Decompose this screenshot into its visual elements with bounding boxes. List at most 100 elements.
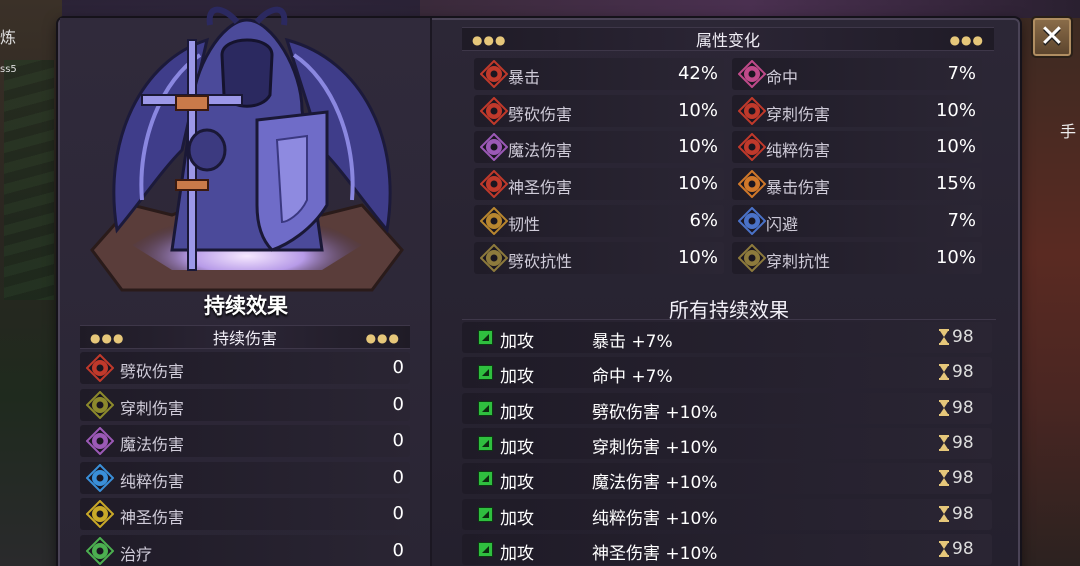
stat-label: 神圣伤害 [508,178,573,198]
dot-value: 0 [392,466,404,488]
stat-label: 韧性 [508,214,541,234]
stat-label: 穿刺伤害 [766,104,831,124]
accuracy-icon [738,60,766,88]
effect-description: 穿刺伤害 +10% [592,437,718,458]
effect-type: 加攻 [500,543,534,564]
buff-up-icon [478,471,493,487]
effect-row[interactable]: 加攻 魔法伤害 +10% 98 [462,463,992,495]
pierce-resist-icon [738,243,766,272]
hourglass-icon [939,329,949,345]
effect-duration: 98 [952,503,974,524]
background-sublabel-left: ss5 [0,64,17,75]
game-background-right [1020,0,1080,566]
dot-row: 穿刺伤害 0 [80,388,410,421]
dot-label: 神圣伤害 [120,508,185,527]
stat-value: 10% [935,99,976,121]
dot-label: 魔法伤害 [120,435,185,454]
attr-section-header: ●●● 属性变化 ●●● [462,27,994,51]
crit-damage-icon [738,170,766,199]
effect-duration: 98 [952,432,974,453]
stat-cell: 纯粹伤害 10% [732,131,982,164]
stat-cell: 闪避 7% [732,204,982,237]
ornament-dots-icon: ●●● [949,33,984,47]
effect-duration: 98 [952,362,974,383]
stat-cell: 穿刺抗性 10% [732,241,982,274]
effect-duration: 98 [952,397,974,418]
ornament-dots-icon: ●●● [365,331,400,345]
effect-row[interactable]: 加攻 命中 +7% 98 [462,357,992,389]
buff-up-icon [478,330,493,345]
background-label-left: 炼 [0,28,17,47]
stat-value: 10% [935,136,976,158]
effect-description: 魔法伤害 +10% [592,473,718,494]
stat-cell: 暴击 42% [474,58,724,90]
dodge-icon [738,206,766,235]
effect-duration: 98 [952,538,974,559]
effect-row[interactable]: 加攻 暴击 +7% 98 [462,322,992,353]
buff-up-icon [478,541,493,557]
stat-cell: 劈砍伤害 10% [474,94,724,127]
slash-resist-icon [480,243,508,272]
pure-damage-icon [86,463,114,492]
hourglass-icon [939,434,949,451]
dot-value: 0 [392,539,404,561]
dot-section-title: 持续伤害 [212,329,277,348]
pierce-damage-icon [86,390,114,419]
effect-description: 神圣伤害 +10% [592,543,718,564]
background-label-right: 手 [1059,122,1076,141]
dot-value: 0 [392,430,404,451]
dot-value: 0 [392,357,404,378]
dot-label: 纯粹伤害 [120,471,185,491]
stat-value: 6% [689,209,718,231]
dot-label: 穿刺伤害 [120,398,185,418]
effect-description: 纯粹伤害 +10% [592,508,718,529]
attr-section-title: 属性变化 [695,31,760,50]
game-background-top [420,0,1080,18]
stat-value: 15% [935,173,976,195]
stat-label: 劈砍伤害 [508,104,573,124]
stat-value: 7% [947,63,976,84]
stat-label: 命中 [766,68,799,87]
slash-damage-icon [86,354,114,382]
stat-cell: 暴击伤害 15% [732,168,982,201]
stat-label: 暴击 [508,68,541,87]
stat-label: 闪避 [766,214,799,234]
stat-label: 暴击伤害 [766,178,831,198]
hourglass-icon [939,505,949,522]
dot-row: 治疗 0 [80,534,410,566]
effect-type: 加攻 [500,367,534,388]
game-background-left [0,0,62,566]
effect-row[interactable]: 加攻 穿刺伤害 +10% 98 [462,427,992,459]
hourglass-icon [939,540,949,557]
holy-damage-icon [86,500,114,528]
holy-damage-icon [480,170,508,199]
buff-up-icon [478,365,493,381]
stat-cell: 神圣伤害 10% [474,168,724,201]
stat-cell: 韧性 6% [474,204,724,237]
stat-value: 10% [677,136,718,158]
dot-row: 魔法伤害 0 [80,425,410,457]
hourglass-icon [939,364,949,381]
dot-section-header: ●●● 持续伤害 ●●● [80,325,410,349]
dot-value: 0 [392,393,404,415]
buff-up-icon [478,435,493,451]
hourglass-icon [939,399,949,416]
ornament-dots-icon: ●●● [90,331,125,345]
dot-row: 神圣伤害 0 [80,498,410,530]
effect-duration: 98 [952,327,974,347]
effect-row[interactable]: 加攻 神圣伤害 +10% 98 [462,533,992,565]
hero-portrait [90,6,404,292]
dot-value: 0 [392,503,404,524]
effect-description: 劈砍伤害 +10% [592,402,718,423]
close-button[interactable]: ✕ [1031,16,1073,58]
effect-row[interactable]: 加攻 劈砍伤害 +10% 98 [462,392,992,424]
dot-label: 劈砍伤害 [120,362,185,381]
stat-value: 10% [935,246,976,268]
effect-row[interactable]: 加攻 纯粹伤害 +10% 98 [462,498,992,530]
effects-section-title: 所有持续效果 [462,294,996,322]
effect-type: 加攻 [500,332,534,352]
effect-description: 命中 +7% [592,367,673,388]
stat-value: 10% [677,173,718,195]
effect-type: 加攻 [500,402,534,423]
stat-label: 穿刺抗性 [766,251,831,271]
